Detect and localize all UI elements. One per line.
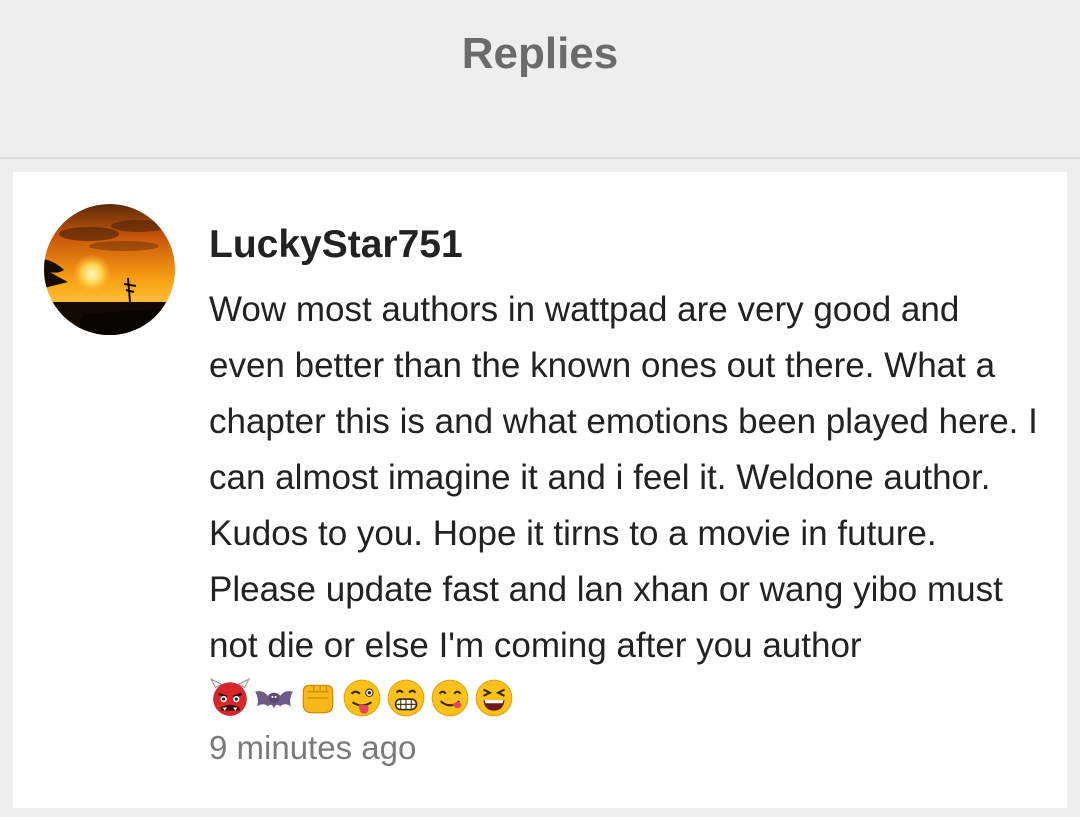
reply-timestamp: 9 minutes ago — [209, 729, 417, 766]
ogre-emoji-icon — [209, 677, 251, 716]
reply-text: Wow most authors in wattpad are very goo… — [209, 282, 1039, 730]
username[interactable]: LuckyStar751 — [209, 220, 1039, 270]
emoji-group — [209, 677, 515, 719]
avatar[interactable] — [44, 204, 175, 335]
squinting-laugh-emoji-icon — [475, 679, 513, 717]
reply-text-content: Wow most authors in wattpad are very goo… — [209, 290, 1038, 665]
reply-card: LuckyStar751 Wow most authors in wattpad… — [13, 172, 1067, 808]
yum-emoji-icon — [431, 679, 469, 717]
winking-tongue-emoji-icon — [343, 679, 381, 717]
sunset-avatar-icon — [44, 204, 175, 335]
fist-emoji-icon — [302, 684, 334, 714]
replies-header: Replies — [0, 0, 1080, 159]
grinning-emoji-icon — [387, 679, 425, 717]
reply-content: LuckyStar751 Wow most authors in wattpad… — [209, 220, 1039, 772]
bat-emoji-icon — [255, 691, 293, 709]
page-title: Replies — [461, 28, 619, 78]
